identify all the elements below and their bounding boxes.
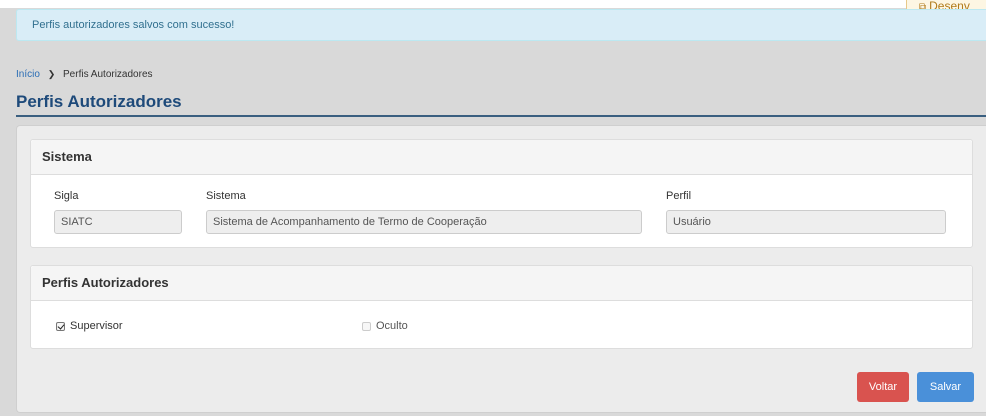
alert-message: Perfis autorizadores salvos com sucesso! — [32, 19, 235, 31]
salvar-button[interactable]: Salvar — [917, 372, 974, 402]
page-title: Perfis Autorizadores — [16, 92, 182, 111]
main-content: Sistema Sigla SIATC Sistema Sistema de A… — [16, 125, 986, 413]
top-bar — [0, 0, 986, 8]
chevron-right-icon: ❯ — [47, 69, 56, 79]
perfil-field[interactable]: Usuário — [666, 210, 946, 234]
breadcrumb: Início ❯ Perfis Autorizadores — [16, 69, 153, 80]
sistema-panel: Sistema Sigla SIATC Sistema Sistema de A… — [30, 139, 973, 248]
sigla-field[interactable]: SIATC — [54, 210, 182, 234]
sigla-label: Sigla — [54, 190, 79, 202]
supervisor-checkbox[interactable] — [56, 321, 65, 331]
oculto-checkbox[interactable] — [362, 321, 371, 331]
sistema-field[interactable]: Sistema de Acompanhamento de Termo de Co… — [206, 210, 642, 234]
voltar-button[interactable]: Voltar — [857, 372, 909, 402]
oculto-label: Oculto — [376, 320, 408, 332]
supervisor-checkbox-option[interactable]: Supervisor — [56, 320, 123, 332]
title-divider — [16, 115, 986, 117]
perfis-autorizadores-panel: Perfis Autorizadores Supervisor Oculto — [30, 265, 973, 349]
sistema-panel-heading: Sistema — [31, 140, 972, 175]
success-alert: Perfis autorizadores salvos com sucesso! — [16, 9, 986, 41]
perfis-panel-heading: Perfis Autorizadores — [31, 266, 972, 301]
breadcrumb-home-link[interactable]: Início — [16, 69, 40, 80]
sistema-label: Sistema — [206, 190, 246, 202]
perfil-label: Perfil — [666, 190, 692, 202]
breadcrumb-current: Perfis Autorizadores — [63, 69, 153, 80]
supervisor-label: Supervisor — [70, 320, 123, 332]
oculto-checkbox-option[interactable]: Oculto — [362, 320, 408, 332]
